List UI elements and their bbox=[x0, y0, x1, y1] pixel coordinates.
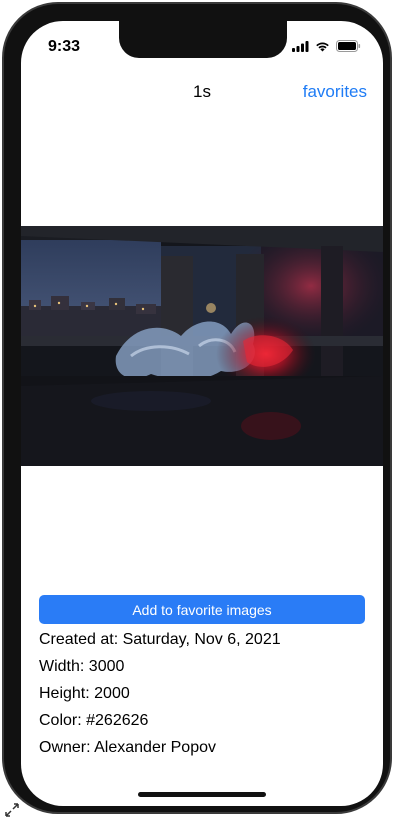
wifi-icon bbox=[316, 42, 329, 51]
owner-label: Owner: Alexander Popov bbox=[39, 739, 216, 756]
add-to-favorites-button[interactable]: Add to favorite images bbox=[39, 595, 365, 624]
favorites-link[interactable]: favorites bbox=[303, 82, 367, 102]
notch bbox=[119, 21, 287, 58]
cellular-signal-icon bbox=[292, 40, 309, 52]
app-stage: 9:33 1s favorites Add to favorite images… bbox=[0, 0, 400, 822]
created-at-label: Created at: Saturday, Nov 6, 2021 bbox=[39, 631, 281, 648]
photo-image bbox=[21, 226, 383, 466]
height-label: Height: 2000 bbox=[39, 685, 130, 702]
expand-icon[interactable] bbox=[4, 802, 20, 818]
phone-screen: 9:33 1s favorites Add to favorite images… bbox=[21, 21, 383, 806]
home-indicator[interactable] bbox=[138, 792, 266, 797]
battery-icon bbox=[336, 40, 361, 52]
status-time: 9:33 bbox=[48, 38, 81, 55]
status-icons bbox=[292, 40, 361, 52]
width-label: Width: 3000 bbox=[39, 658, 125, 675]
color-label: Color: #262626 bbox=[39, 712, 149, 729]
photo-scene bbox=[21, 226, 383, 466]
